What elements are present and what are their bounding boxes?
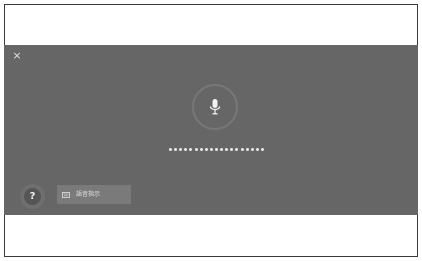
listening-dot bbox=[169, 147, 172, 151]
listening-dot bbox=[189, 147, 193, 151]
listening-dot bbox=[255, 147, 259, 151]
close-icon[interactable]: × bbox=[11, 50, 23, 62]
microphone-button[interactable] bbox=[192, 84, 238, 130]
voice-command-label: 語音指示 bbox=[76, 190, 101, 198]
listening-dot bbox=[174, 147, 178, 151]
listening-dot bbox=[214, 147, 218, 151]
listening-dot bbox=[240, 147, 244, 151]
help-button[interactable]: ? bbox=[24, 188, 41, 205]
listening-dot bbox=[179, 147, 183, 151]
voice-assistant-panel: × ? 語音指示 bbox=[4, 45, 418, 215]
listening-dot bbox=[225, 147, 229, 151]
question-icon: ? bbox=[29, 191, 36, 202]
listening-dot bbox=[245, 147, 249, 151]
keyboard-icon bbox=[62, 191, 70, 198]
listening-dot bbox=[204, 147, 208, 151]
listening-dot bbox=[260, 147, 264, 151]
listening-dot bbox=[235, 147, 239, 151]
listening-indicator bbox=[169, 146, 264, 152]
listening-dot bbox=[250, 147, 254, 151]
listening-dot bbox=[199, 147, 203, 151]
voice-command-button[interactable]: 語音指示 bbox=[57, 185, 131, 204]
microphone-icon bbox=[209, 99, 221, 115]
listening-dot bbox=[194, 147, 198, 151]
listening-dot bbox=[220, 147, 224, 151]
listening-dot bbox=[209, 147, 213, 151]
listening-dot bbox=[230, 147, 234, 151]
listening-dot bbox=[184, 147, 188, 151]
